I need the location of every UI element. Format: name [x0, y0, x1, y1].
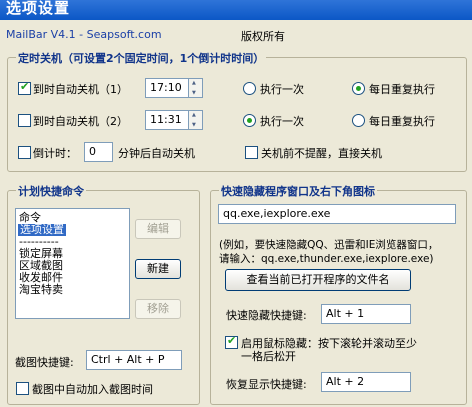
- shortcut-commands-group: 计划快捷命令 命令 选项设置 ---------- 锁定屏幕 区域截图 收发邮件…: [7, 183, 200, 405]
- timer2-label: 到时自动关机（2）: [33, 115, 128, 128]
- auto-add-time-checkbox[interactable]: [16, 382, 29, 395]
- screenshot-hotkey-input[interactable]: Ctrl + Alt + P: [86, 350, 182, 370]
- quick-hide-group: 快速隐藏程序窗口及右下角图标 qq.exe,iexplore.exe (例如，要…: [210, 183, 467, 405]
- command-list[interactable]: 命令 选项设置 ---------- 锁定屏幕 区域截图 收发邮件 淘宝特卖: [15, 208, 130, 319]
- view-open-programs-button[interactable]: 查看当前已打开程序的文件名: [225, 269, 411, 291]
- edit-command-button[interactable]: 编辑: [135, 219, 181, 239]
- auto-add-time-label: 截图中自动加入截图时间: [32, 383, 153, 396]
- shutdown-group-legend: 定时关机（可设置2个固定时间，1个倒计时时间）: [16, 50, 267, 66]
- timer1-time-input[interactable]: 17:10: [145, 78, 203, 98]
- timer2-daily-label: 每日重复执行: [369, 115, 435, 128]
- timer2-spinner[interactable]: [188, 111, 202, 129]
- restore-hotkey-label: 恢复显示快捷键:: [226, 378, 307, 391]
- copyright-label: 版权所有: [241, 30, 285, 43]
- timer2-once-radio[interactable]: [243, 114, 256, 127]
- timer1-checkbox[interactable]: [18, 80, 31, 95]
- restore-hotkey-input[interactable]: Alt + 2: [321, 372, 411, 392]
- no-prompt-checkbox[interactable]: [245, 146, 258, 159]
- timer1-once-label: 执行一次: [260, 83, 304, 96]
- timer1-time-value: 17:10: [150, 81, 182, 94]
- no-prompt-label: 关机前不提醒，直接关机: [261, 147, 382, 160]
- timer2-time-value: 11:31: [150, 113, 182, 126]
- window-title: 选项设置: [6, 0, 71, 17]
- timer1-daily-label: 每日重复执行: [369, 83, 435, 96]
- countdown-minutes-input[interactable]: 0: [84, 142, 113, 162]
- hide-programs-input[interactable]: qq.exe,iexplore.exe: [218, 204, 456, 224]
- timer2-daily-radio[interactable]: [352, 114, 365, 127]
- countdown-suffix-label: 分钟后自动关机: [118, 147, 195, 160]
- mouse-hide-label-line2: 一格后松开: [241, 350, 296, 363]
- hide-hotkey-input[interactable]: Alt + 1: [321, 304, 411, 324]
- timer2-time-input[interactable]: 11:31: [145, 110, 203, 130]
- timer2-checkbox[interactable]: [18, 114, 31, 127]
- app-version-label: MailBar V4.1 - Seapsoft.com: [6, 28, 162, 41]
- remove-command-button[interactable]: 移除: [135, 299, 181, 319]
- timer1-label: 到时自动关机（1）: [33, 83, 128, 96]
- timer1-daily-radio[interactable]: [352, 82, 365, 95]
- hide-hint-line2: 请输入：qq.exe,thunder.exe,iexplore.exe): [219, 253, 434, 265]
- new-command-button[interactable]: 新建: [135, 259, 181, 279]
- countdown-checkbox[interactable]: [18, 146, 31, 159]
- shortcut-commands-legend: 计划快捷命令: [16, 183, 86, 199]
- countdown-label: 倒计时：: [33, 147, 77, 160]
- timer1-spinner[interactable]: [188, 79, 202, 97]
- title-bar: 选项设置: [0, 0, 472, 20]
- hide-hint-line1: (例如，要快速隐藏QQ、迅雷和IE浏览器窗口，: [219, 239, 439, 251]
- dialog-body: MailBar V4.1 - Seapsoft.com 版权所有 定时关机（可设…: [0, 20, 472, 407]
- screenshot-hotkey-label: 截图快捷键:: [15, 356, 74, 369]
- timer2-once-label: 执行一次: [260, 115, 304, 128]
- hide-hotkey-label: 快速隐藏快捷键:: [226, 309, 307, 322]
- shutdown-group: 定时关机（可设置2个固定时间，1个倒计时时间） 到时自动关机（1） 17:10 …: [7, 50, 467, 172]
- timer1-once-radio[interactable]: [243, 82, 256, 95]
- command-list-item[interactable]: 淘宝特卖: [19, 284, 63, 296]
- quick-hide-legend: 快速隐藏程序窗口及右下角图标: [219, 183, 377, 199]
- mouse-hide-checkbox[interactable]: [225, 334, 238, 349]
